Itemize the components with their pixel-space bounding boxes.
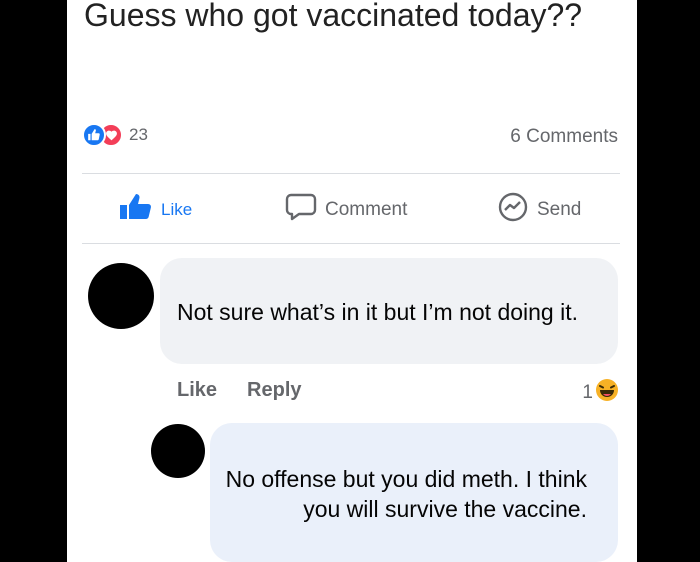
reaction-count: 23 (129, 125, 148, 144)
like-label: Like (161, 200, 193, 219)
reactions-summary[interactable]: 23 (82, 122, 148, 148)
post-text: Guess who got vaccinated today?? (84, 0, 583, 33)
comment-bubble: Not sure what’s in it but I’m not doing … (160, 258, 618, 364)
comments-count-link[interactable]: 6 Comments (510, 126, 618, 148)
send-button[interactable]: Send (497, 191, 581, 229)
reply-bubble: No offense but you did meth. I think you… (210, 423, 618, 562)
comment-text: Not sure what’s in it but I’m not doing … (177, 299, 578, 325)
post-action-bar: Like Comment Send (67, 191, 637, 229)
comment-label: Comment (325, 199, 408, 220)
comment-reaction[interactable]: 1 (582, 378, 619, 408)
comment-reaction-count: 1 (582, 382, 593, 403)
comment-actions: Like Reply (177, 376, 302, 404)
thumbs-up-icon (82, 123, 106, 147)
reply-text: No offense but you did meth. I think you… (225, 466, 587, 522)
comment-button[interactable]: Comment (285, 191, 407, 229)
thumbs-up-icon (119, 193, 153, 227)
messenger-icon (497, 191, 529, 229)
divider (82, 173, 620, 174)
laughing-emoji-icon (595, 378, 619, 408)
post-card: Guess who got vaccinated today?? 23 6 Co… (67, 0, 637, 562)
avatar[interactable] (88, 263, 154, 329)
avatar[interactable] (151, 424, 205, 478)
send-label: Send (537, 199, 582, 220)
like-button[interactable]: Like (119, 191, 192, 229)
comment-like-button[interactable]: Like (177, 379, 217, 402)
speech-bubble-icon (285, 192, 317, 228)
comment-reply-button[interactable]: Reply (247, 379, 301, 402)
divider (82, 243, 620, 244)
